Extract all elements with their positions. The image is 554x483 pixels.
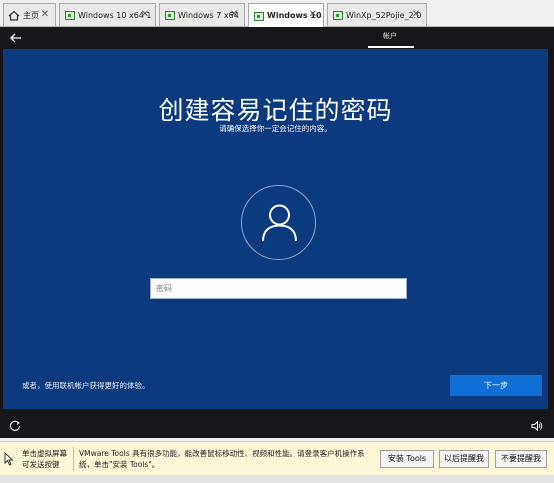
- vm-icon: [64, 10, 75, 20]
- cursor-icon: [4, 451, 16, 466]
- tab-home[interactable]: 主页 ✕: [3, 3, 56, 26]
- account-nav-underline: [368, 46, 414, 48]
- oobe-top-bar: 帐户: [0, 27, 554, 48]
- oobe-bottom-bar: [0, 409, 554, 438]
- remind-later-button[interactable]: 以后提醒我: [439, 450, 489, 468]
- password-input[interactable]: [150, 278, 407, 299]
- vm-icon: [253, 11, 264, 21]
- tab-label: 主页: [23, 10, 39, 20]
- close-icon[interactable]: ✕: [228, 9, 240, 21]
- dont-remind-button[interactable]: 不要提醒我: [495, 450, 547, 468]
- tab-windows-10[interactable]: Windows 10 ✕: [248, 3, 324, 27]
- vm-tab-bar: 主页 ✕ Windows 10 x64 1 ✕ Windows 7 x64 ✕ …: [0, 0, 554, 27]
- home-icon: [8, 10, 20, 21]
- vm-icon: [164, 10, 175, 20]
- tab-windows-7-x64[interactable]: Windows 7 x64 ✕: [159, 3, 245, 26]
- close-icon[interactable]: ✕: [307, 9, 319, 21]
- status-bar: [0, 475, 554, 483]
- user-icon: [262, 204, 297, 242]
- back-arrow-icon[interactable]: [9, 30, 23, 44]
- page-subtitle: 请确保选择你一定会记住的内容。: [219, 124, 332, 133]
- page-title: 创建容易记住的密码: [158, 96, 393, 125]
- next-button[interactable]: 下一步: [450, 375, 542, 396]
- account-nav-label: 帐户: [383, 32, 397, 40]
- ease-of-access-icon[interactable]: [9, 417, 21, 431]
- vmware-tools-message: VMware Tools 具有很多功能，能改善鼠标移动性、视频和性能。请登录客户…: [79, 449, 365, 469]
- close-icon[interactable]: ✕: [139, 9, 151, 21]
- volume-icon[interactable]: [531, 417, 543, 432]
- click-to-send-keys-hint: 单击虚拟屏幕 可发送按键: [22, 449, 67, 469]
- oobe-panel: 创建容易记住的密码 请确保选择你一定会记住的内容。 或者，使用联机帐户获得更好的…: [3, 49, 548, 409]
- tab-windows-10-x64-1[interactable]: Windows 10 x64 1 ✕: [59, 3, 156, 26]
- install-tools-button[interactable]: 安装 Tools: [380, 450, 434, 468]
- tab-winxp-52pojie[interactable]: WinXp_52Pojie_2.0 ✕: [327, 3, 427, 26]
- vmware-tools-notification: 单击虚拟屏幕 可发送按键 VMware Tools 具有很多功能，能改善鼠标移动…: [0, 441, 554, 475]
- vm-icon: [332, 10, 343, 20]
- online-account-link[interactable]: 或者，使用联机帐户获得更好的体验。: [22, 380, 150, 391]
- user-avatar: [241, 185, 316, 260]
- divider: [73, 447, 74, 471]
- close-icon[interactable]: ✕: [39, 9, 51, 21]
- close-icon[interactable]: ✕: [410, 9, 422, 21]
- vm-screen[interactable]: 帐户 创建容易记住的密码 请确保选择你一定会记住的内容。 或者，使用联机帐户获得…: [0, 27, 554, 438]
